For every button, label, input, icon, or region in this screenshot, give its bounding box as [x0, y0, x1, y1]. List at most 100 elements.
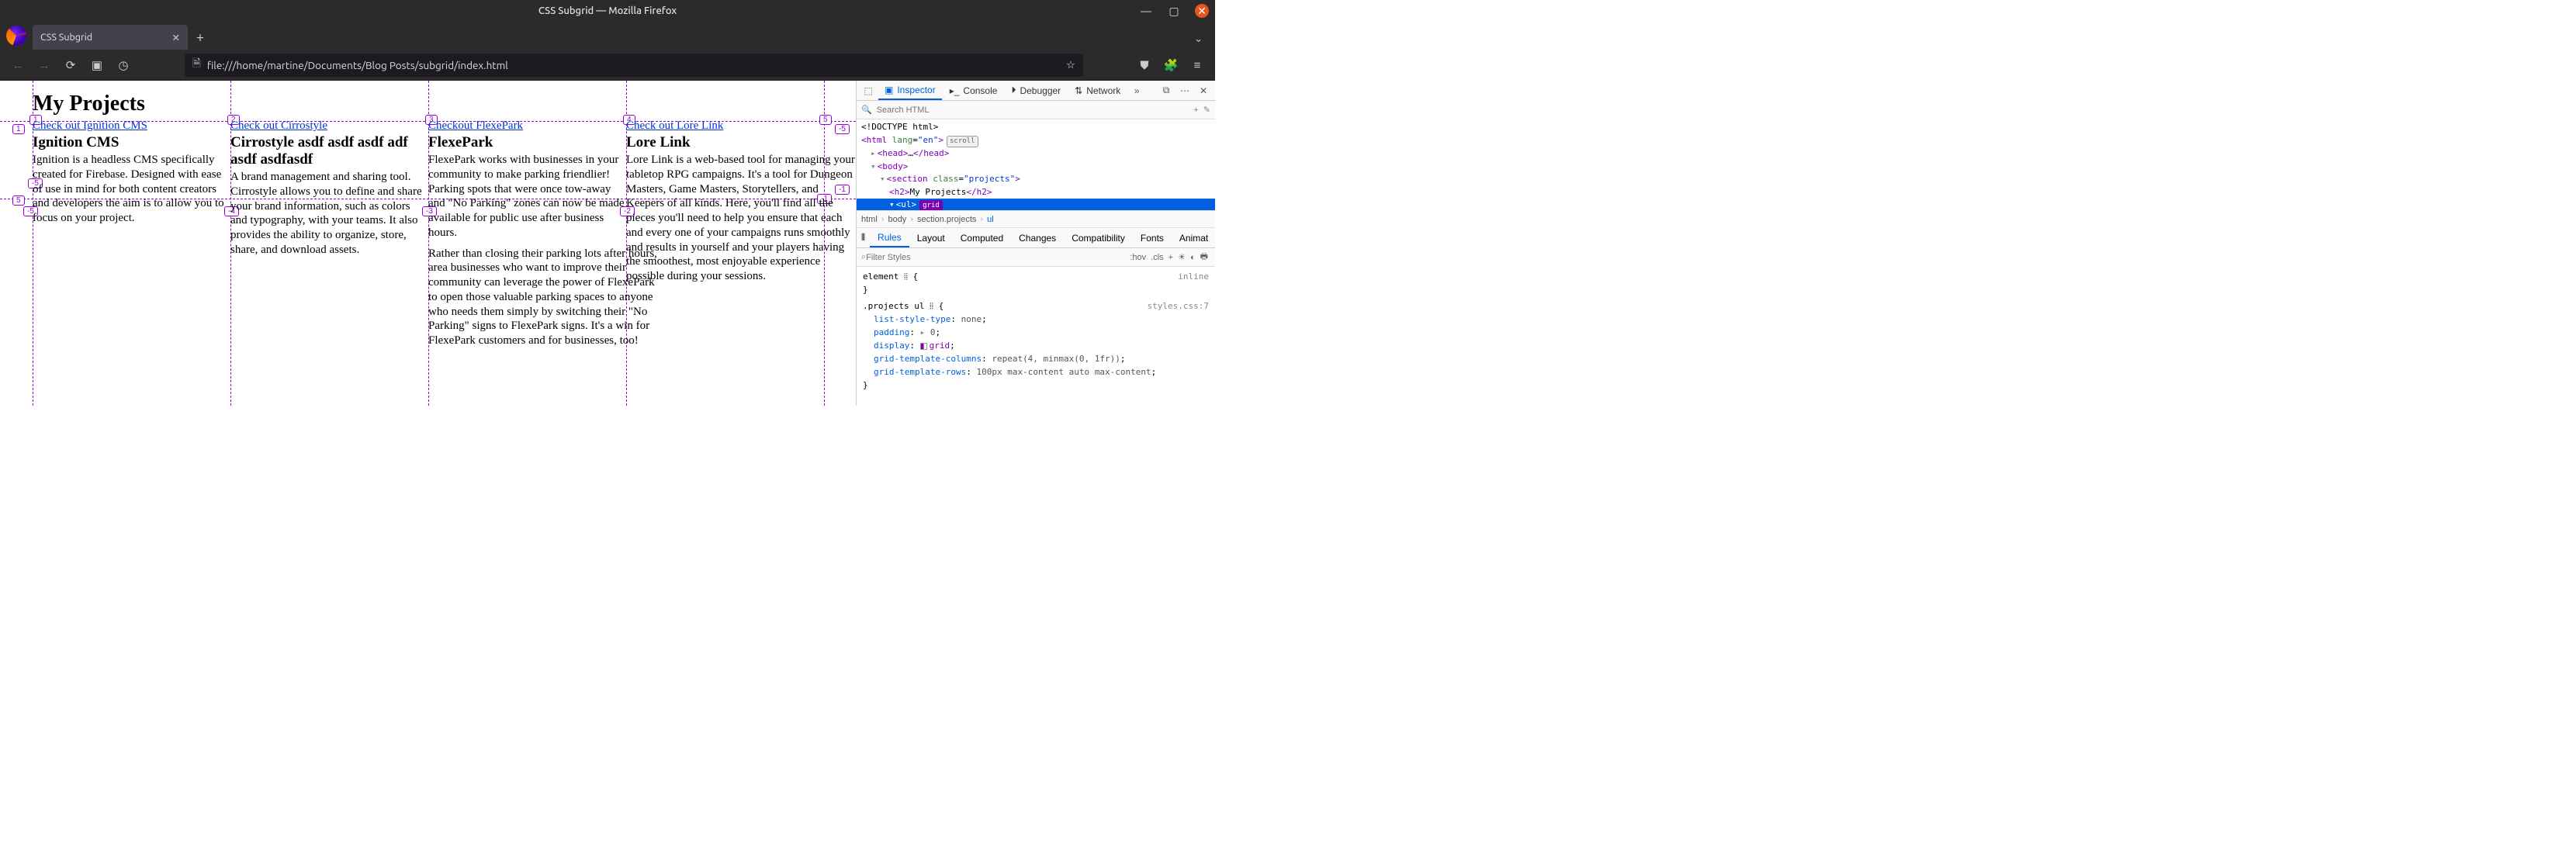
debugger-icon: ⏵ — [1011, 85, 1016, 96]
new-tab-button[interactable]: + — [188, 25, 213, 50]
cls-toggle[interactable]: .cls — [1151, 253, 1164, 262]
dom-ul-selected[interactable]: ▾<ul>grid — [857, 199, 1215, 211]
css-prop[interactable]: display — [874, 341, 909, 351]
pocket-button[interactable]: ⛊ — [1133, 54, 1156, 77]
inspector-icon: ▣ — [885, 85, 893, 95]
devtools-more-tabs-icon[interactable]: » — [1128, 85, 1145, 96]
subtab-computed[interactable]: Computed — [953, 228, 1011, 247]
firefox-logo-icon — [6, 26, 26, 46]
page-heading: My Projects — [33, 92, 856, 116]
subtab-animations[interactable]: Animat — [1172, 228, 1216, 247]
rule-source: inline — [1178, 270, 1209, 283]
dom-head[interactable]: ▸<head>…</head> — [857, 147, 1215, 161]
filter-styles-input[interactable] — [866, 253, 1127, 262]
forward-button[interactable]: → — [33, 54, 56, 77]
project-card: Lre Link Check out Lore Link Lore Link L… — [626, 119, 824, 348]
add-node-icon[interactable]: + — [1193, 105, 1198, 115]
search-html-input[interactable] — [877, 105, 1189, 115]
add-rule-button[interactable]: + — [1169, 253, 1173, 262]
app-menu-button[interactable]: ≡ — [1186, 54, 1209, 77]
css-prop[interactable]: list-style-type — [874, 314, 950, 324]
extensions-button[interactable]: 🧩 — [1159, 54, 1182, 77]
tabs-dropdown-icon[interactable]: ⌄ — [1194, 33, 1210, 50]
window-close-button[interactable]: ✕ — [1195, 4, 1209, 18]
url-text: file:///home/martine/Documents/Blog Post… — [207, 59, 508, 71]
rule-selector: .projects ul ⦙⦙ { — [863, 299, 943, 313]
project-card: Ignition Check out Ignition CMS Ignition… — [33, 119, 230, 348]
css-rules-pane[interactable]: element ⦙⦙ { inline } .projects ul ⦙⦙ { … — [857, 267, 1215, 406]
subtab-layout[interactable]: Layout — [909, 228, 953, 247]
devtools-tabbar: ⬚ ▣ Inspector ▸_ Console ⏵ Debugger ⇅ Ne… — [857, 81, 1215, 101]
window-minimize-button[interactable]: — — [1139, 4, 1153, 18]
project-description: Ignition is a headless CMS specifically … — [33, 153, 230, 226]
light-scheme-icon[interactable]: ☀ — [1178, 252, 1186, 262]
dom-section[interactable]: ▾<section class="projects"> — [857, 173, 1215, 186]
breadcrumb-item[interactable]: ul — [987, 215, 994, 224]
window-titlebar: CSS Subgrid — Mozilla Firefox — ▢ ✕ — [0, 0, 1215, 22]
project-description: Lore Link is a web-based tool for managi… — [626, 153, 856, 284]
devtools-rules-tabbar: ⫴ Rules Layout Computed Changes Compatib… — [857, 228, 1215, 248]
project-link[interactable]: Check out Ignition CMS — [33, 119, 147, 132]
eyedropper-icon[interactable]: ✎ — [1203, 105, 1210, 115]
page-viewport: My Projects 1 2 3 4 5 -5 1 5 -5 -5 -4 -3… — [0, 81, 856, 406]
subtab-rules[interactable]: Rules — [870, 228, 909, 247]
breadcrumb-item[interactable]: body — [888, 215, 906, 224]
dom-doctype[interactable]: <!DOCTYPE html> — [857, 121, 1215, 134]
dom-h2[interactable]: <h2>My Projects</h2> — [857, 186, 1215, 199]
dom-html[interactable]: <html lang="en">scroll — [857, 134, 1215, 148]
bookmark-star-icon[interactable]: ☆ — [1066, 58, 1075, 71]
search-icon: 🔍 — [861, 105, 872, 115]
dark-scheme-icon[interactable]: ◐ — [1190, 253, 1196, 262]
hov-toggle[interactable]: :hov — [1130, 253, 1146, 262]
devtools-menu-icon[interactable]: ⋯ — [1176, 85, 1193, 96]
tab-title: CSS Subgrid — [40, 32, 92, 43]
breadcrumb-item[interactable]: section.projects — [917, 215, 976, 224]
project-link[interactable]: Check out Lore Link — [626, 119, 723, 132]
devtools-dock-icon[interactable]: ⧉ — [1158, 85, 1175, 96]
css-prop[interactable]: padding — [874, 327, 909, 337]
rule-source[interactable]: styles.css:7 — [1148, 299, 1209, 313]
element-picker-icon[interactable]: ⬚ — [860, 85, 877, 96]
subtab-changes[interactable]: Changes — [1011, 228, 1064, 247]
dom-body[interactable]: ▾<body> — [857, 161, 1215, 174]
devtools-tab-network[interactable]: ⇅ Network — [1068, 81, 1127, 100]
devtools-breadcrumb[interactable]: html› body› section.projects› ul — [857, 211, 1215, 228]
project-card: flexePark Checkout FlexePark FlexePark F… — [428, 119, 626, 348]
back-button[interactable]: ← — [6, 54, 29, 77]
subtab-fonts[interactable]: Fonts — [1133, 228, 1172, 247]
devtools-tab-debugger[interactable]: ⏵ Debugger — [1005, 81, 1067, 100]
toggle-3pane-icon[interactable]: ⫴ — [857, 232, 870, 244]
history-button[interactable]: ◷ — [112, 54, 135, 77]
breadcrumb-item[interactable]: html — [861, 215, 878, 224]
sidebar-button[interactable]: ▣ — [85, 54, 109, 77]
tab-close-icon[interactable]: ✕ — [172, 32, 180, 43]
grid-row-label: 1 — [12, 124, 25, 134]
print-media-icon[interactable]: 🖶 — [1200, 250, 1208, 265]
grid-row-label: 5 — [12, 195, 25, 206]
devtools-tab-inspector[interactable]: ▣ Inspector — [878, 81, 942, 100]
project-card: Cirrostyle Check out Cirrostyle Cirrosty… — [230, 119, 428, 348]
reload-button[interactable]: ⟳ — [59, 54, 82, 77]
devtools-search-row: 🔍 + ✎ — [857, 101, 1215, 119]
devtools-panel: ⬚ ▣ Inspector ▸_ Console ⏵ Debugger ⇅ Ne… — [856, 81, 1215, 406]
devtools-close-icon[interactable]: ✕ — [1195, 85, 1212, 96]
url-input[interactable]: 🗎 file:///home/martine/Documents/Blog Po… — [185, 54, 1083, 77]
browser-tab[interactable]: CSS Subgrid ✕ — [33, 25, 188, 50]
devtools-filter-row: ⌕ :hov .cls + ☀ ◐ 🖶 — [857, 248, 1215, 267]
file-icon: 🗎 — [192, 56, 201, 74]
project-link[interactable]: Checkout FlexePark — [428, 119, 523, 132]
subtab-compatibility[interactable]: Compatibility — [1064, 228, 1133, 247]
project-link[interactable]: Check out Cirrostyle — [230, 119, 327, 132]
browser-tabbar: CSS Subgrid ✕ + ⌄ — [0, 22, 1215, 50]
dom-tree[interactable]: <!DOCTYPE html> <html lang="en">scroll ▸… — [857, 119, 1215, 211]
project-description: A brand management and sharing tool. Cir… — [230, 170, 428, 258]
console-icon: ▸_ — [950, 85, 960, 96]
css-prop[interactable]: grid-template-columns — [874, 354, 982, 364]
devtools-tab-console[interactable]: ▸_ Console — [943, 81, 1004, 100]
browser-toolbar: ← → ⟳ ▣ ◷ 🗎 file:///home/martine/Documen… — [0, 50, 1215, 81]
window-maximize-button[interactable]: ▢ — [1167, 4, 1181, 18]
grid-col-label: -5 — [835, 124, 850, 134]
css-prop[interactable]: grid-template-rows — [874, 367, 966, 377]
project-description: FlexePark works with businesses in your … — [428, 153, 626, 240]
project-title: Lore Link — [626, 134, 824, 151]
